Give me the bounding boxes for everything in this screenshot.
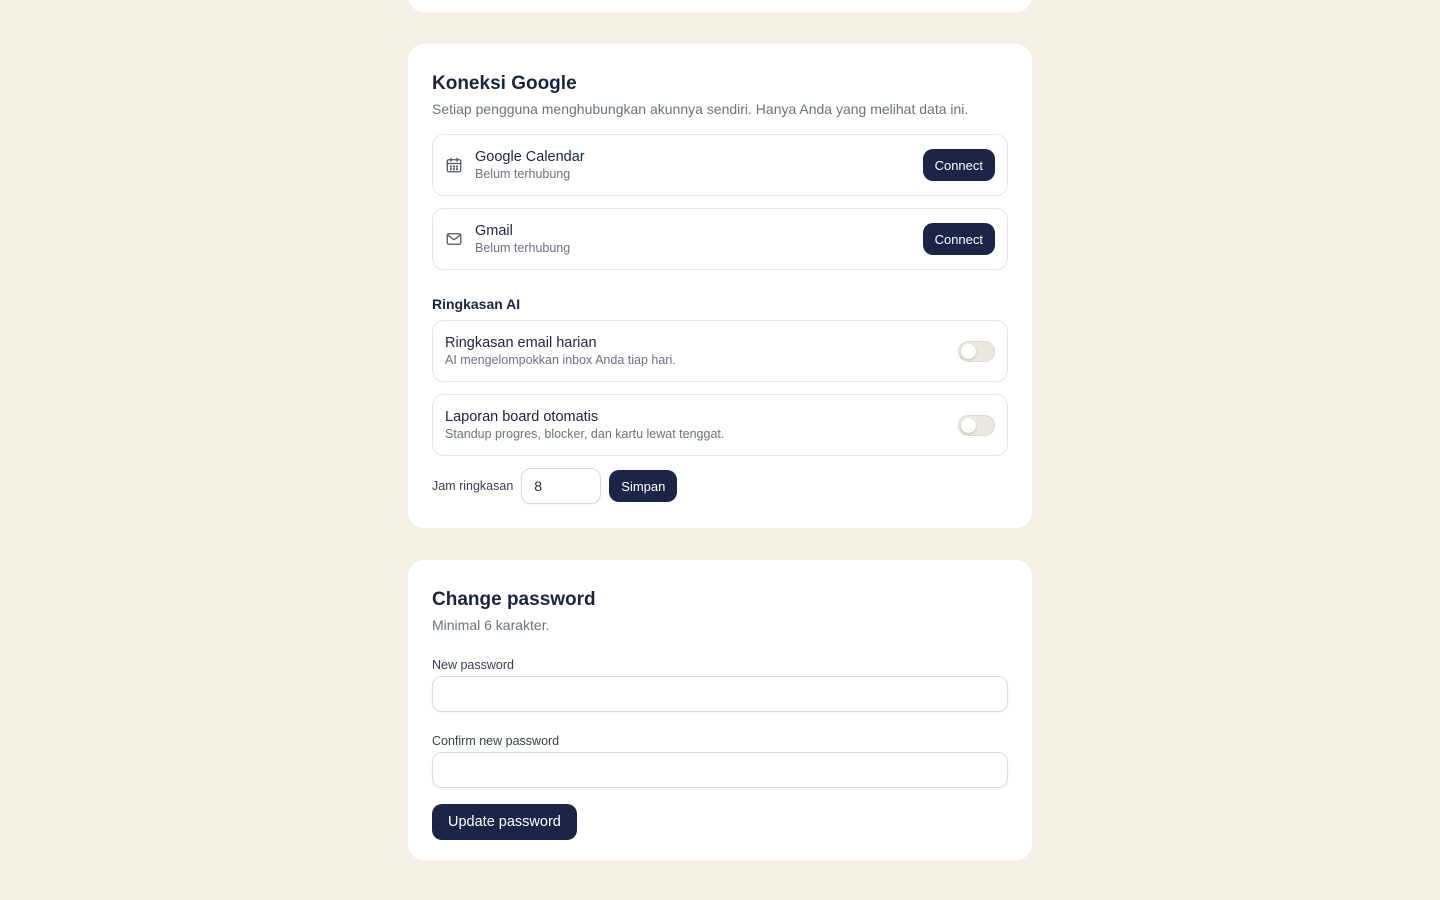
confirm-password-label: Confirm new password — [432, 734, 560, 748]
service-row-google-calendar: Google Calendar Belum terhubung Connect — [432, 134, 1008, 196]
password-card-subtitle: Minimal 6 karakter. — [432, 617, 550, 633]
confirm-password-input[interactable] — [432, 752, 1008, 788]
option-row-auto-board-report: Laporan board otomatis Standup progres, … — [432, 394, 1008, 456]
toggle-knob — [961, 343, 976, 359]
service-row-gmail: Gmail Belum terhubung Connect — [432, 208, 1008, 270]
service-name: Google Calendar — [475, 149, 585, 165]
previous-card — [408, 0, 1032, 12]
option-name: Laporan board otomatis — [445, 409, 599, 425]
update-password-button[interactable]: Update password — [432, 804, 577, 840]
save-summary-hour-button[interactable]: Simpan — [609, 470, 678, 502]
service-name: Gmail — [475, 223, 513, 239]
connect-google-calendar-button[interactable]: Connect — [922, 149, 995, 181]
mail-icon — [445, 230, 463, 248]
summary-hour-input[interactable] — [521, 468, 602, 504]
change-password-card: Change password Minimal 6 karakter. New … — [408, 560, 1032, 860]
google-card-subtitle: Setiap pengguna menghubungkan akunnya se… — [432, 101, 969, 117]
summary-hour-row: Jam ringkasan Simpan — [432, 468, 1008, 504]
option-desc: Standup progres, blocker, dan kartu lewa… — [445, 427, 725, 441]
option-row-daily-email-summary: Ringkasan email harian AI mengelompokkan… — [432, 320, 1008, 382]
service-status: Belum terhubung — [475, 241, 571, 255]
google-connection-card: Koneksi Google Setiap pengguna menghubun… — [408, 44, 1032, 528]
new-password-label: New password — [432, 658, 514, 672]
ai-section-title: Ringkasan AI — [432, 296, 521, 312]
summary-hour-label: Jam ringkasan — [432, 479, 514, 493]
daily-email-summary-toggle[interactable] — [958, 340, 995, 362]
toggle-knob — [961, 417, 976, 433]
connect-gmail-button[interactable]: Connect — [922, 223, 995, 255]
calendar-icon — [445, 156, 463, 174]
auto-board-report-toggle[interactable] — [958, 414, 995, 436]
service-status: Belum terhubung — [475, 167, 571, 181]
new-password-input[interactable] — [432, 676, 1008, 712]
option-name: Ringkasan email harian — [445, 335, 597, 351]
google-card-title: Koneksi Google — [432, 73, 577, 94]
password-card-title: Change password — [432, 589, 596, 610]
option-desc: AI mengelompokkan inbox Anda tiap hari. — [445, 353, 676, 367]
